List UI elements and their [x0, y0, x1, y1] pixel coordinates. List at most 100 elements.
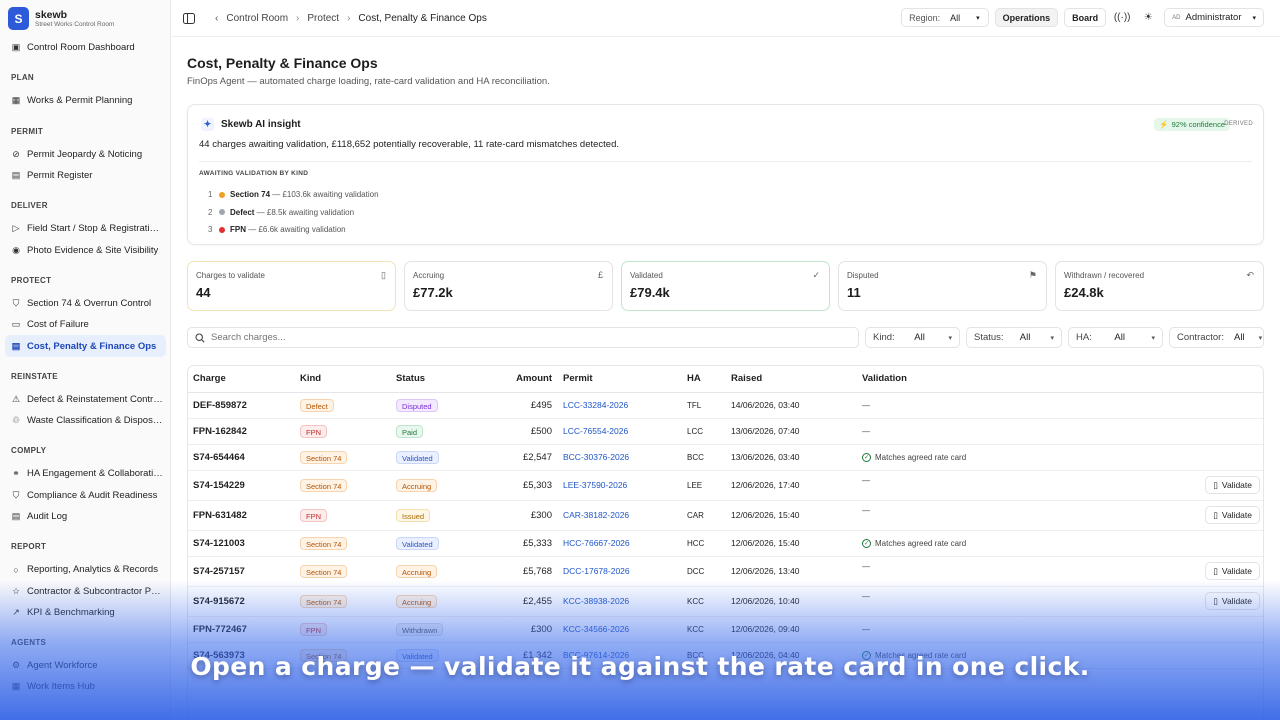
page-subtitle: FinOps Agent — automated charge loading,… — [187, 76, 550, 87]
broadcast-icon[interactable]: ((·)) — [1112, 8, 1132, 27]
charge-id[interactable]: S74-257157 — [188, 556, 295, 587]
region-select[interactable]: Region: All ▾ — [901, 8, 989, 27]
board-button[interactable]: Board — [1064, 8, 1107, 27]
permit-link[interactable]: BCC-30376-2026 — [558, 444, 682, 471]
contractor-filter-value: All — [1234, 332, 1245, 343]
sidebar: S skewb Street Works Control Room ▣ Contr… — [0, 0, 171, 720]
user-menu[interactable]: AD Administrator ▾ — [1164, 8, 1264, 27]
amount: £5,768 — [488, 556, 558, 587]
sidebar-item[interactable]: ♲ Waste Classification & Dispos… — [5, 410, 166, 431]
kpi-card[interactable]: Disputed 11 ⚑ — [838, 261, 1047, 311]
search-input[interactable] — [211, 332, 811, 343]
ha-filter[interactable]: HA: All ▾ — [1068, 327, 1163, 348]
sidebar-item-label: Works & Permit Planning — [27, 95, 133, 107]
brand[interactable]: S skewb Street Works Control Room — [8, 7, 114, 30]
column-header[interactable]: HA — [682, 366, 726, 393]
table-row[interactable]: S74-257157 Section 74 Accruing £5,768 DCC-17… — [188, 556, 1263, 587]
permit-link[interactable]: HCC-76667-2026 — [558, 530, 682, 557]
sidebar-item[interactable]: ▷ Field Start / Stop & Registrati… — [5, 218, 166, 239]
sidebar-item[interactable]: ↗ KPI & Benchmarking — [5, 602, 166, 623]
permit-link[interactable]: KCC-38938-2026 — [558, 586, 682, 617]
kind-cell: Section 74 — [295, 444, 391, 471]
sidebar-item[interactable]: ⊘ Permit Jeopardy & Noticing — [5, 144, 166, 165]
table-row[interactable]: S74-654464 Section 74 Validated £2,547 BCC-3… — [188, 444, 1263, 471]
column-header[interactable]: Raised — [726, 366, 857, 393]
validate-button[interactable]: ▯ Validate — [1205, 562, 1260, 580]
column-header[interactable]: Permit — [558, 366, 682, 393]
permit-link[interactable]: CAR-38182-2026 — [558, 500, 682, 531]
back-chevron-icon[interactable]: ‹ — [215, 13, 218, 24]
alert-icon: ⊘ — [12, 148, 20, 159]
raised-date: 13/06/2026, 03:40 — [726, 444, 857, 471]
kpi-card[interactable]: Validated £79.4k ✓ — [621, 261, 830, 311]
contractor-filter[interactable]: Contractor: All ▾ — [1169, 327, 1264, 348]
sidebar-toggle-button[interactable] — [181, 10, 197, 26]
chevron-right-icon: › — [347, 12, 351, 24]
table-row[interactable]: DEF-859872 Defect Disputed £495 LCC-33284-20… — [188, 392, 1263, 419]
kpi-card[interactable]: Accruing £77.2k £ — [404, 261, 613, 311]
kind-filter[interactable]: Kind: All ▾ — [865, 327, 960, 348]
sidebar-item[interactable]: ▭ Cost of Failure — [5, 314, 166, 335]
permit-link[interactable]: DCC-17678-2026 — [558, 556, 682, 587]
sidebar-item[interactable]: ▣ Control Room Dashboard — [5, 37, 166, 58]
sidebar-item[interactable]: ⛉ Compliance & Audit Readiness — [5, 485, 166, 506]
sidebar-item-label: Permit Register — [27, 170, 93, 182]
operations-button[interactable]: Operations — [994, 8, 1059, 27]
sidebar-item[interactable]: ▤ Cost, Penalty & Finance Ops — [5, 335, 166, 357]
column-header[interactable]: Amount — [488, 366, 558, 393]
charge-id[interactable]: S74-654464 — [188, 444, 295, 471]
table-row[interactable]: FPN-162842 FPN Paid £500 LCC-76554-2026 LCC 13… — [188, 418, 1263, 445]
breadcrumb-item[interactable]: Protect — [307, 13, 339, 24]
sidebar-item[interactable]: ☆ Contractor & Subcontractor P… — [5, 580, 166, 601]
sidebar-item[interactable]: ⚠ Defect & Reinstatement Contr… — [5, 389, 166, 410]
app-root: S skewb Street Works Control Room ▣ Contr… — [0, 0, 1280, 720]
sidebar-item[interactable]: ▤ Audit Log — [5, 506, 166, 527]
table-row[interactable]: FPN-772467 FPN Withdrawn £300 KCC-34566-2026… — [188, 616, 1263, 643]
status-cell: Issued — [391, 500, 488, 531]
sidebar-item[interactable]: ▤ Permit Register — [5, 165, 166, 186]
column-header[interactable]: Status — [391, 366, 488, 393]
sidebar-item[interactable]: ⛉ Section 74 & Overrun Control — [5, 293, 166, 314]
breadcrumb-item[interactable]: Control Room — [226, 13, 288, 24]
search-icon — [195, 332, 205, 343]
table-row[interactable]: S74-915672 Section 74 Accruing £2,455 KCC-38… — [188, 586, 1263, 617]
sidebar-item[interactable]: ◉ Photo Evidence & Site Visibility — [5, 239, 166, 260]
validate-button[interactable]: ▯ Validate — [1205, 506, 1260, 524]
kind-badge: Defect — [300, 398, 334, 412]
column-header[interactable]: Kind — [295, 366, 391, 393]
raised-date: 12/06/2026, 15:40 — [726, 500, 857, 531]
permit-link[interactable]: LEE-37590-2026 — [558, 470, 682, 501]
table-row[interactable]: S74-154229 Section 74 Accruing £5,303 LEE-37… — [188, 470, 1263, 501]
charge-id[interactable]: FPN-631482 — [188, 500, 295, 531]
charge-id[interactable]: S74-915672 — [188, 586, 295, 617]
sidebar-item[interactable]: ○ Reporting, Analytics & Records — [5, 559, 166, 580]
table-row[interactable]: S74-121003 Section 74 Validated £5,333 HCC-7… — [188, 530, 1263, 557]
sidebar-item-label: Audit Log — [27, 511, 68, 522]
permit-link[interactable]: LCC-33284-2026 — [558, 392, 682, 419]
charge-id[interactable]: S74-154229 — [188, 470, 295, 501]
permit-link[interactable]: KCC-34566-2026 — [558, 616, 682, 643]
kpi-value: £77.2k — [413, 285, 453, 300]
charge-id[interactable]: DEF-859872 — [188, 392, 295, 419]
validate-button[interactable]: ▯ Validate — [1205, 592, 1260, 610]
theme-toggle-icon[interactable]: ☀ — [1138, 8, 1158, 27]
table-row[interactable]: FPN-631482 FPN Issued £300 CAR-38182-2026 CAR… — [188, 500, 1263, 531]
validate-button[interactable]: ▯ Validate — [1205, 476, 1260, 494]
status-filter[interactable]: Status: All ▾ — [966, 327, 1062, 348]
permit-link[interactable]: LCC-76554-2026 — [558, 418, 682, 445]
charge-id[interactable]: FPN-162842 — [188, 418, 295, 445]
kind-badge: Section 74 — [300, 594, 348, 608]
column-header[interactable]: Validation — [857, 366, 1263, 393]
column-header[interactable]: Charge — [188, 366, 295, 393]
search-box[interactable] — [187, 327, 859, 348]
kpi-card[interactable]: Charges to validate 44 ▯ — [187, 261, 396, 311]
charge-id[interactable]: FPN-772467 — [188, 616, 295, 643]
amount: £500 — [488, 418, 558, 445]
charge-id[interactable]: S74-121003 — [188, 530, 295, 557]
kind-badge: Section 74 — [300, 536, 348, 550]
sidebar-item[interactable]: ▦ Works & Permit Planning — [5, 90, 166, 111]
kpi-row: Charges to validate 44 ▯ Accruing £77.2k £ Val… — [187, 261, 1264, 311]
kpi-card[interactable]: Withdrawn / recovered £24.8k ↶ — [1055, 261, 1264, 311]
sidebar-item[interactable]: ⚭ HA Engagement & Collaborati… — [5, 463, 166, 484]
raised-date: 14/06/2026, 03:40 — [726, 392, 857, 419]
